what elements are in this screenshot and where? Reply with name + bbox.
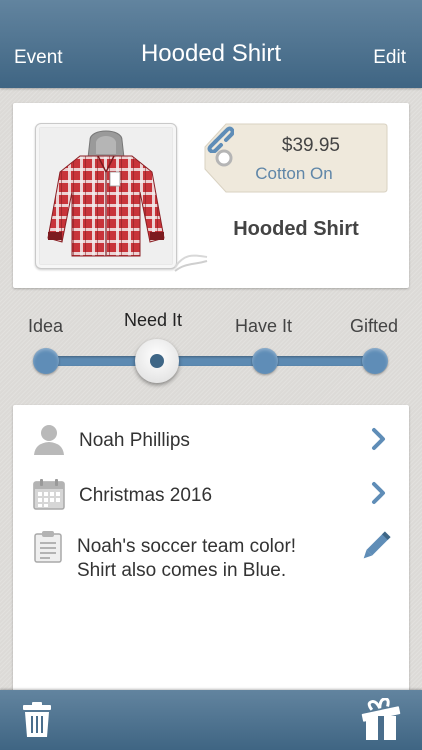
person-icon: [34, 425, 64, 455]
note-line: Noah's soccer team color!: [77, 536, 297, 557]
pencil-icon[interactable]: [359, 531, 391, 563]
bottom-toolbar: [0, 690, 422, 750]
status-gifted-label[interactable]: Gifted: [350, 316, 398, 337]
item-name: Hooded Shirt: [233, 218, 359, 240]
tag-string: [174, 254, 208, 272]
item-price: $39.95: [281, 135, 340, 156]
price-tag[interactable]: $39.95 Cotton On: [204, 123, 388, 193]
note-text: Noah's soccer team color! Shirt also com…: [77, 535, 296, 583]
trash-icon[interactable]: [22, 702, 52, 738]
page-title: Hooded Shirt: [140, 40, 282, 67]
details-panel: Noah Phillips Christmas 2016 Noah's socc…: [13, 405, 409, 700]
edit-button[interactable]: Edit: [373, 47, 406, 69]
status-slider-knob[interactable]: [135, 339, 179, 383]
note-line: Shirt also comes in Blue.: [77, 560, 287, 581]
chevron-right-icon[interactable]: [371, 427, 387, 451]
item-photo[interactable]: [35, 123, 177, 269]
gift-box-icon[interactable]: [359, 698, 403, 742]
calendar-icon: [33, 479, 65, 510]
status-track[interactable]: [45, 356, 375, 366]
status-idea-label[interactable]: Idea: [28, 316, 63, 337]
notepad-icon: [34, 531, 62, 563]
status-need-it-label[interactable]: Need It: [124, 310, 182, 331]
item-store: Cotton On: [255, 164, 333, 183]
status-gifted-dot[interactable]: [362, 348, 388, 374]
recipient-name: Noah Phillips: [79, 430, 190, 451]
knob-center: [150, 354, 164, 368]
link-icon[interactable]: [204, 123, 234, 153]
status-idea-dot[interactable]: [33, 348, 59, 374]
shirt-image: [40, 128, 172, 264]
navigation-bar: Event Hooded Shirt Edit: [0, 0, 422, 88]
chevron-right-icon[interactable]: [371, 481, 387, 505]
status-have-it-label[interactable]: Have It: [235, 316, 292, 337]
status-have-it-dot[interactable]: [252, 348, 278, 374]
item-card: $39.95 Cotton On Hooded Shirt: [13, 103, 409, 288]
event-name: Christmas 2016: [79, 485, 213, 506]
